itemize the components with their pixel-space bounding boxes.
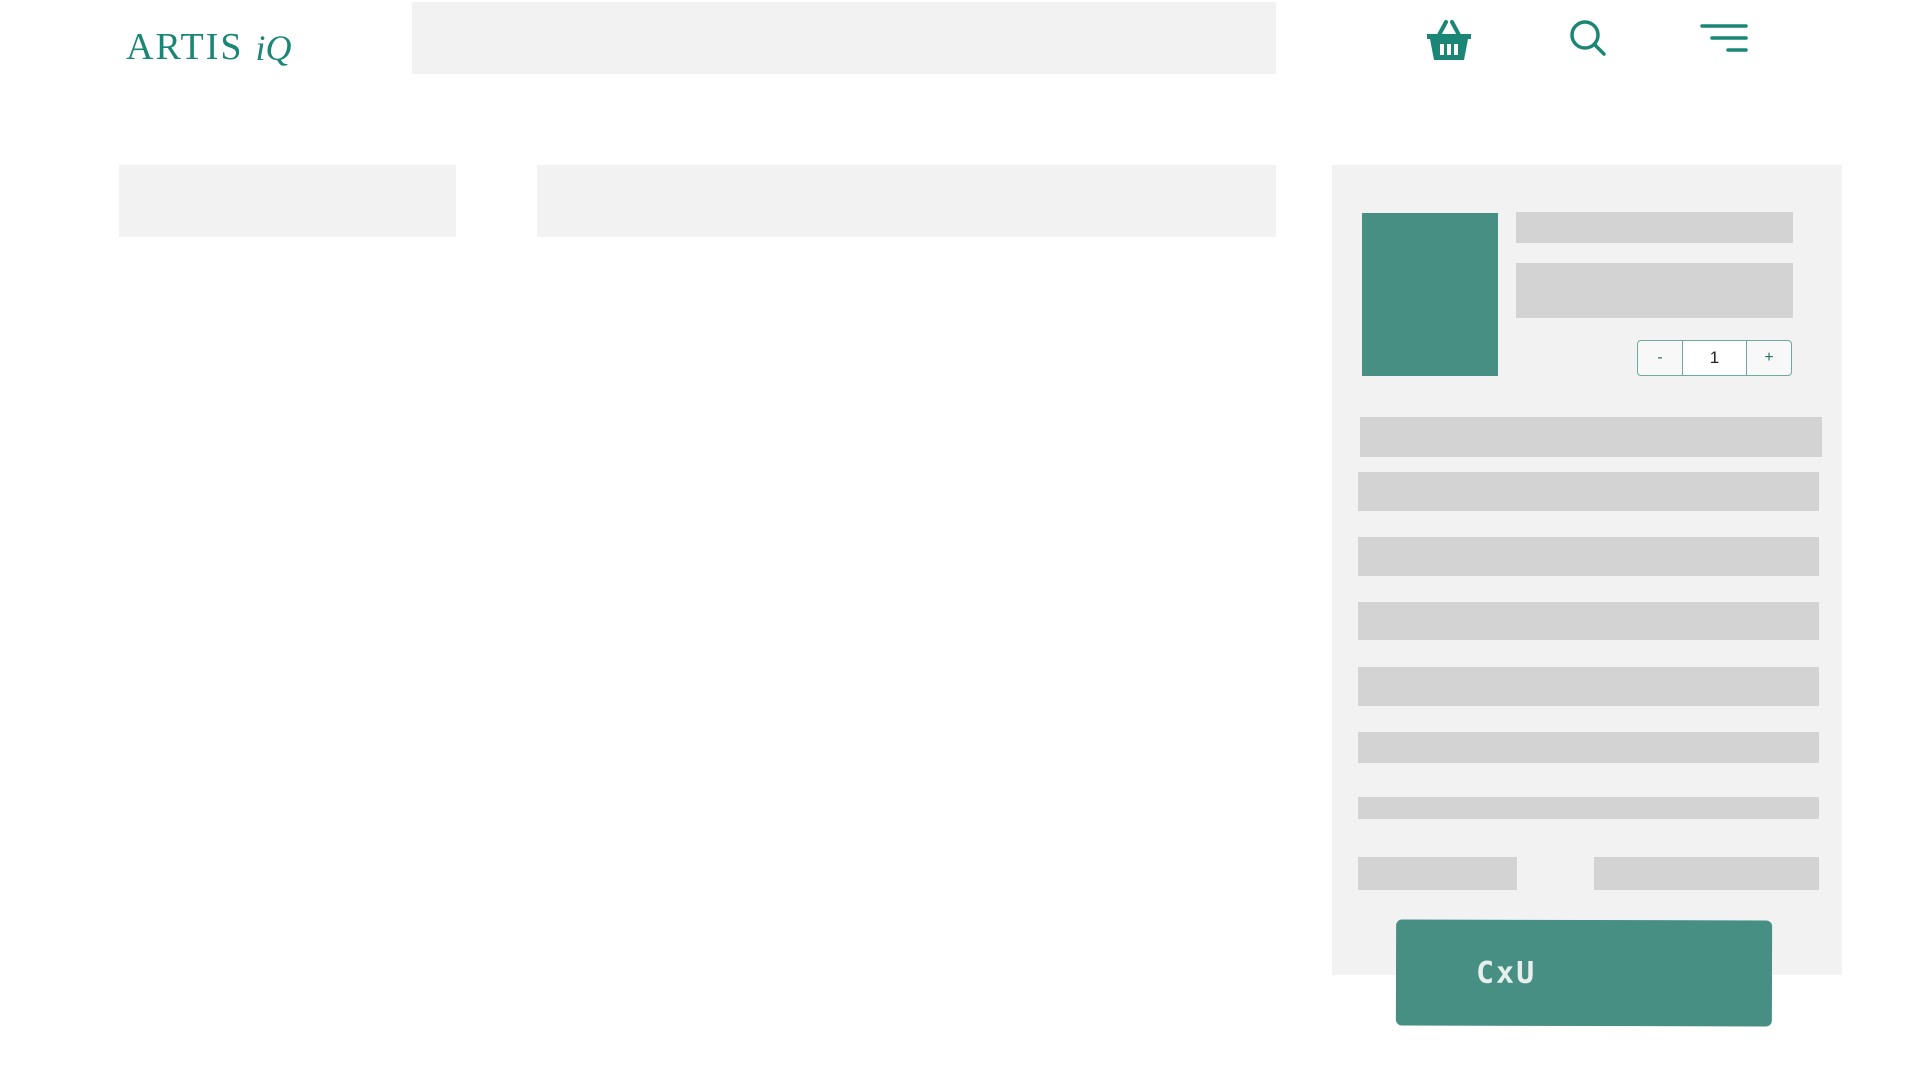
summary-line-placeholder	[1358, 537, 1819, 576]
brand-logo[interactable]: ARTIS iQ	[126, 14, 292, 66]
product-thumbnail[interactable]	[1362, 213, 1498, 376]
summary-line-placeholder	[1358, 602, 1819, 640]
decrease-quantity-button[interactable]: -	[1638, 341, 1682, 375]
summary-line-placeholder	[1360, 417, 1822, 457]
checkout-button[interactable]: CxU	[1395, 919, 1773, 1027]
total-value-placeholder	[1594, 857, 1819, 890]
search-bar-placeholder[interactable]	[412, 2, 1276, 74]
product-details-placeholder	[1516, 263, 1793, 318]
total-label-placeholder	[1358, 857, 1517, 890]
increase-quantity-button[interactable]: +	[1747, 341, 1791, 375]
logo-sub-text: iQ	[255, 28, 292, 68]
summary-line-placeholder	[1358, 797, 1819, 819]
search-icon[interactable]	[1560, 10, 1616, 66]
logo-main-text: ARTIS	[126, 26, 244, 68]
content-header-placeholder	[537, 165, 1276, 237]
basket-icon[interactable]	[1421, 12, 1477, 68]
quantity-stepper[interactable]: - 1 +	[1637, 340, 1792, 376]
filter-placeholder	[119, 165, 456, 237]
summary-line-placeholder	[1358, 732, 1819, 763]
product-title-placeholder	[1516, 212, 1793, 243]
menu-icon[interactable]	[1696, 10, 1752, 66]
summary-line-placeholder	[1358, 667, 1819, 706]
summary-line-placeholder	[1358, 472, 1819, 511]
quantity-value[interactable]: 1	[1682, 341, 1747, 375]
